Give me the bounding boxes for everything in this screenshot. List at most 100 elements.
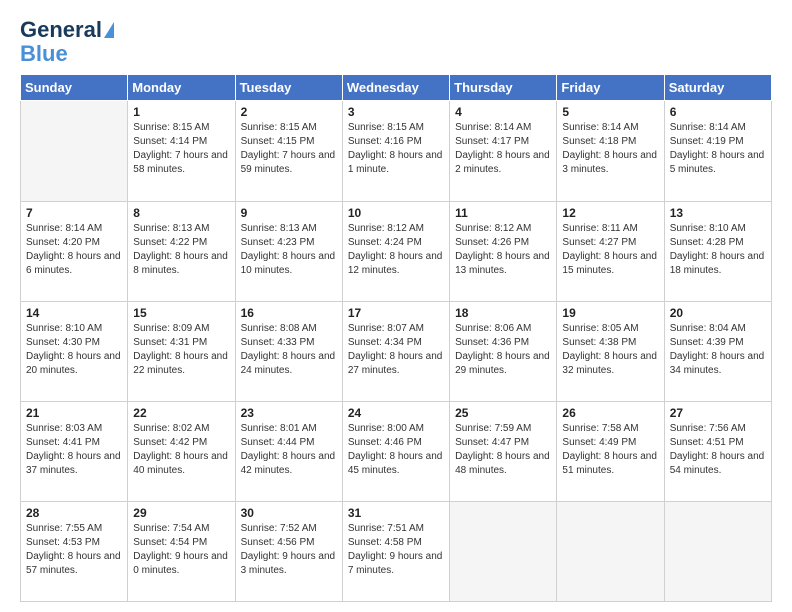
calendar-cell: 14 Sunrise: 8:10 AMSunset: 4:30 PMDayligh… — [21, 301, 128, 401]
weekday-header-sunday: Sunday — [21, 75, 128, 101]
calendar-cell: 7Sunrise: 8:14 AMSunset: 4:20 PMDaylight… — [21, 201, 128, 301]
calendar-cell: 30 Sunrise: 7:52 AMSunset: 4:56 PMDayligh… — [235, 501, 342, 601]
page: General Blue SundayMondayTuesdayWednesda… — [0, 0, 792, 612]
calendar-cell — [557, 501, 664, 601]
day-number: 10 — [348, 206, 444, 220]
day-info: Sunrise: 7:59 AMSunset: 4:47 PMDaylight:… — [455, 422, 551, 478]
day-info: Sunrise: 8:02 AMSunset: 4:42 PMDaylight:… — [133, 422, 229, 478]
weekday-header-wednesday: Wednesday — [342, 75, 449, 101]
header: General Blue — [20, 18, 772, 66]
day-info: Sunrise: 8:14 AMSunset: 4:20 PMDaylight:… — [26, 222, 122, 278]
day-number: 20 — [670, 306, 766, 320]
day-info: Sunrise: 7:54 AMSunset: 4:54 PMDaylight:… — [133, 522, 229, 578]
day-number: 14 — [26, 306, 122, 320]
day-number: 24 — [348, 406, 444, 420]
day-number: 1 — [133, 105, 229, 119]
calendar-cell: 29 Sunrise: 7:54 AMSunset: 4:54 PMDayligh… — [128, 501, 235, 601]
calendar-cell — [450, 501, 557, 601]
day-number: 26 — [562, 406, 658, 420]
day-number: 8 — [133, 206, 229, 220]
calendar-cell: 5 Sunrise: 8:14 AMSunset: 4:18 PMDaylight… — [557, 101, 664, 201]
day-number: 3 — [348, 105, 444, 119]
day-info: Sunrise: 8:05 AMSunset: 4:38 PMDaylight:… — [562, 322, 658, 378]
calendar-cell: 15 Sunrise: 8:09 AMSunset: 4:31 PMDayligh… — [128, 301, 235, 401]
calendar-week-row: 7Sunrise: 8:14 AMSunset: 4:20 PMDaylight… — [21, 201, 772, 301]
day-info: Sunrise: 7:52 AMSunset: 4:56 PMDaylight:… — [241, 522, 337, 578]
calendar-cell: 18 Sunrise: 8:06 AMSunset: 4:36 PMDayligh… — [450, 301, 557, 401]
calendar-cell: 23 Sunrise: 8:01 AMSunset: 4:44 PMDayligh… — [235, 401, 342, 501]
day-info: Sunrise: 7:58 AMSunset: 4:49 PMDaylight:… — [562, 422, 658, 478]
day-number: 18 — [455, 306, 551, 320]
day-info: Sunrise: 8:08 AMSunset: 4:33 PMDaylight:… — [241, 322, 337, 378]
day-info: Sunrise: 8:15 AMSunset: 4:15 PMDaylight:… — [241, 121, 337, 177]
day-info: Sunrise: 8:13 AMSunset: 4:23 PMDaylight:… — [241, 222, 337, 278]
calendar-week-row: 14 Sunrise: 8:10 AMSunset: 4:30 PMDayligh… — [21, 301, 772, 401]
day-number: 16 — [241, 306, 337, 320]
calendar-cell: 12 Sunrise: 8:11 AMSunset: 4:27 PMDayligh… — [557, 201, 664, 301]
day-info: Sunrise: 8:06 AMSunset: 4:36 PMDaylight:… — [455, 322, 551, 378]
calendar-cell: 13 Sunrise: 8:10 AMSunset: 4:28 PMDayligh… — [664, 201, 771, 301]
day-number: 15 — [133, 306, 229, 320]
calendar-cell: 17 Sunrise: 8:07 AMSunset: 4:34 PMDayligh… — [342, 301, 449, 401]
day-number: 30 — [241, 506, 337, 520]
day-number: 12 — [562, 206, 658, 220]
day-info: Sunrise: 8:11 AMSunset: 4:27 PMDaylight:… — [562, 222, 658, 278]
day-number: 13 — [670, 206, 766, 220]
weekday-header-saturday: Saturday — [664, 75, 771, 101]
calendar-week-row: 28Sunrise: 7:55 AMSunset: 4:53 PMDayligh… — [21, 501, 772, 601]
calendar-cell — [21, 101, 128, 201]
day-info: Sunrise: 7:56 AMSunset: 4:51 PMDaylight:… — [670, 422, 766, 478]
calendar-cell — [664, 501, 771, 601]
day-info: Sunrise: 8:13 AMSunset: 4:22 PMDaylight:… — [133, 222, 229, 278]
calendar-cell: 28Sunrise: 7:55 AMSunset: 4:53 PMDayligh… — [21, 501, 128, 601]
day-info: Sunrise: 8:14 AMSunset: 4:18 PMDaylight:… — [562, 121, 658, 177]
calendar-cell: 27 Sunrise: 7:56 AMSunset: 4:51 PMDayligh… — [664, 401, 771, 501]
calendar-cell: 3 Sunrise: 8:15 AMSunset: 4:16 PMDaylight… — [342, 101, 449, 201]
day-number: 4 — [455, 105, 551, 119]
day-number: 28 — [26, 506, 122, 520]
day-number: 21 — [26, 406, 122, 420]
day-number: 17 — [348, 306, 444, 320]
calendar-cell: 10Sunrise: 8:12 AMSunset: 4:24 PMDayligh… — [342, 201, 449, 301]
day-info: Sunrise: 8:00 AMSunset: 4:46 PMDaylight:… — [348, 422, 444, 478]
calendar-cell: 9 Sunrise: 8:13 AMSunset: 4:23 PMDaylight… — [235, 201, 342, 301]
day-info: Sunrise: 8:01 AMSunset: 4:44 PMDaylight:… — [241, 422, 337, 478]
calendar-cell: 26 Sunrise: 7:58 AMSunset: 4:49 PMDayligh… — [557, 401, 664, 501]
day-info: Sunrise: 8:09 AMSunset: 4:31 PMDaylight:… — [133, 322, 229, 378]
day-info: Sunrise: 8:07 AMSunset: 4:34 PMDaylight:… — [348, 322, 444, 378]
logo-text-blue: Blue — [20, 42, 68, 66]
calendar-cell: 20Sunrise: 8:04 AMSunset: 4:39 PMDayligh… — [664, 301, 771, 401]
calendar-cell: 1Sunrise: 8:15 AMSunset: 4:14 PMDaylight… — [128, 101, 235, 201]
calendar-cell: 8 Sunrise: 8:13 AMSunset: 4:22 PMDaylight… — [128, 201, 235, 301]
calendar-cell: 6Sunrise: 8:14 AMSunset: 4:19 PMDaylight… — [664, 101, 771, 201]
day-info: Sunrise: 8:15 AMSunset: 4:16 PMDaylight:… — [348, 121, 444, 177]
day-info: Sunrise: 8:14 AMSunset: 4:17 PMDaylight:… — [455, 121, 551, 177]
weekday-header-friday: Friday — [557, 75, 664, 101]
calendar-cell: 2Sunrise: 8:15 AMSunset: 4:15 PMDaylight… — [235, 101, 342, 201]
day-number: 9 — [241, 206, 337, 220]
calendar-cell: 4 Sunrise: 8:14 AMSunset: 4:17 PMDaylight… — [450, 101, 557, 201]
calendar-cell: 31Sunrise: 7:51 AMSunset: 4:58 PMDayligh… — [342, 501, 449, 601]
day-number: 29 — [133, 506, 229, 520]
day-number: 31 — [348, 506, 444, 520]
calendar-week-row: 1Sunrise: 8:15 AMSunset: 4:14 PMDaylight… — [21, 101, 772, 201]
logo-triangle-icon — [104, 22, 114, 38]
calendar-week-row: 21 Sunrise: 8:03 AMSunset: 4:41 PMDayligh… — [21, 401, 772, 501]
calendar-cell: 11Sunrise: 8:12 AMSunset: 4:26 PMDayligh… — [450, 201, 557, 301]
day-number: 19 — [562, 306, 658, 320]
logo-text-general: General — [20, 18, 102, 42]
weekday-header-tuesday: Tuesday — [235, 75, 342, 101]
day-number: 27 — [670, 406, 766, 420]
day-info: Sunrise: 8:10 AMSunset: 4:30 PMDaylight:… — [26, 322, 122, 378]
day-number: 23 — [241, 406, 337, 420]
calendar-cell: 19 Sunrise: 8:05 AMSunset: 4:38 PMDayligh… — [557, 301, 664, 401]
calendar-cell: 25Sunrise: 7:59 AMSunset: 4:47 PMDayligh… — [450, 401, 557, 501]
calendar-table: SundayMondayTuesdayWednesdayThursdayFrid… — [20, 74, 772, 602]
day-info: Sunrise: 8:03 AMSunset: 4:41 PMDaylight:… — [26, 422, 122, 478]
calendar-header-row: SundayMondayTuesdayWednesdayThursdayFrid… — [21, 75, 772, 101]
calendar-cell: 21 Sunrise: 8:03 AMSunset: 4:41 PMDayligh… — [21, 401, 128, 501]
day-info: Sunrise: 8:10 AMSunset: 4:28 PMDaylight:… — [670, 222, 766, 278]
day-number: 5 — [562, 105, 658, 119]
day-number: 22 — [133, 406, 229, 420]
day-info: Sunrise: 8:12 AMSunset: 4:26 PMDaylight:… — [455, 222, 551, 278]
